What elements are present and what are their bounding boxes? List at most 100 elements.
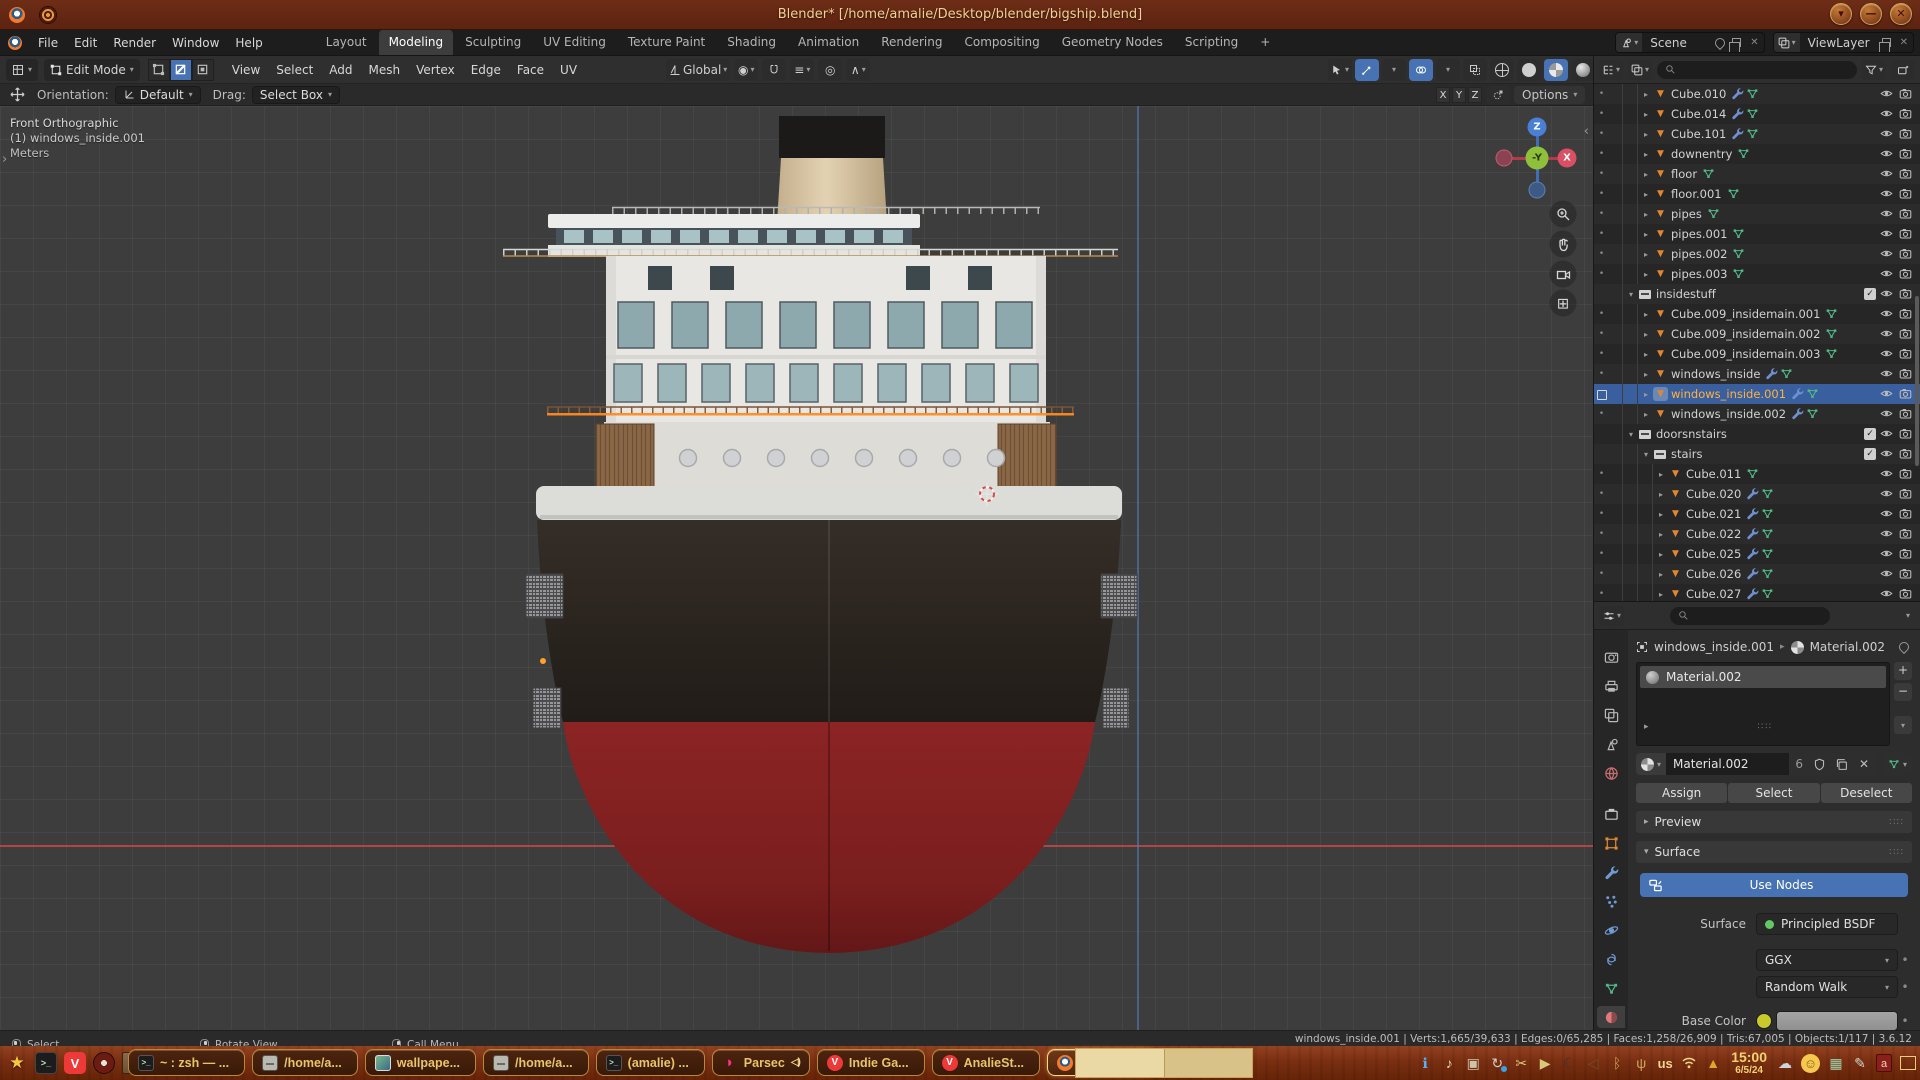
base-color-socket-dot[interactable] (1756, 1013, 1772, 1029)
gizmo-minus-x-axis[interactable] (1495, 149, 1513, 167)
updates-icon[interactable]: ↻ (1489, 1055, 1508, 1072)
outliner-row-Cube.101[interactable]: • ▸ ▼ Cube.101 ✓ (1594, 124, 1920, 144)
outliner-row-Cube.009_insidemain.001[interactable]: • ▸ ▼ Cube.009_insidemain.001 ✓ (1594, 304, 1920, 324)
render-camera-icon[interactable] (1899, 547, 1914, 561)
pan-hand-button[interactable] (1549, 230, 1577, 258)
expand-arrow-icon[interactable]: ▸ (1639, 90, 1653, 99)
hide-eye-icon[interactable] (1880, 547, 1895, 561)
outliner-row-Cube.021[interactable]: • ▸ ▼ Cube.021 ✓ (1594, 504, 1920, 524)
gizmos-toggle[interactable] (1355, 58, 1380, 81)
weather-icon[interactable]: ☁ (1777, 1055, 1793, 1072)
viewport-menu-add[interactable]: Add (321, 57, 360, 83)
render-camera-icon[interactable] (1899, 427, 1914, 441)
render-camera-icon[interactable] (1899, 387, 1914, 401)
outliner-item-label[interactable]: stairs (1668, 447, 1707, 461)
tab-rendering[interactable]: Rendering (871, 30, 952, 55)
menu-help[interactable]: Help (227, 30, 270, 56)
outliner-item-label[interactable]: Cube.027 (1683, 587, 1746, 601)
hide-eye-icon[interactable] (1880, 367, 1895, 381)
outliner-row-floor.001[interactable]: • ▸ ▼ floor.001 ✓ (1594, 184, 1920, 204)
hide-eye-icon[interactable] (1880, 167, 1895, 181)
volume-icon[interactable]: ◁ (1585, 1055, 1601, 1072)
properties-search-input[interactable] (1670, 606, 1831, 625)
expand-arrow-icon[interactable]: ▸ (1639, 250, 1653, 259)
expand-arrow-icon[interactable]: ▸ (1639, 230, 1653, 239)
expand-arrow-icon[interactable]: ▸ (1654, 550, 1668, 559)
render-camera-icon[interactable] (1899, 487, 1914, 501)
expand-arrow-icon[interactable]: ▾ (1624, 430, 1638, 439)
render-camera-icon[interactable] (1899, 587, 1914, 601)
dictionary-icon[interactable]: a (1876, 1054, 1892, 1072)
expand-arrow-icon[interactable]: ▸ (1654, 510, 1668, 519)
proportional-falloff-dropdown[interactable]: ∧ ▾ (846, 58, 871, 81)
hide-eye-icon[interactable] (1880, 527, 1895, 541)
render-camera-icon[interactable] (1899, 407, 1914, 421)
hide-eye-icon[interactable] (1880, 507, 1895, 521)
render-camera-icon[interactable] (1899, 507, 1914, 521)
face-select-button[interactable] (191, 58, 214, 81)
viewport-menu-edge[interactable]: Edge (463, 57, 509, 83)
properties-tab-output[interactable] (1597, 675, 1625, 697)
mode-dropdown[interactable]: Edit Mode ▾ (44, 58, 140, 81)
menu-window[interactable]: Window (164, 30, 227, 56)
hide-eye-icon[interactable] (1880, 207, 1895, 221)
outliner-row-Cube.026[interactable]: • ▸ ▼ Cube.026 ✓ (1594, 564, 1920, 584)
surface-shader-field[interactable]: Principled BSDF (1756, 913, 1898, 935)
render-camera-icon[interactable] (1899, 207, 1914, 221)
browse-material-button[interactable]: ▾ (1636, 753, 1667, 775)
outliner-row-insidestuff[interactable]: • ▾ ▼ insidestuff ✓ (1594, 284, 1920, 304)
shading-solid-button[interactable] (1517, 58, 1542, 81)
smiley-icon[interactable]: ☺ (1801, 1053, 1820, 1073)
expand-arrow-icon[interactable]: ▸ (1639, 330, 1653, 339)
breadcrumb-object[interactable]: windows_inside.001 (1654, 640, 1774, 654)
expand-arrow-icon[interactable]: ▾ (1639, 450, 1653, 459)
expand-arrow-icon[interactable]: ▸ (1639, 150, 1653, 159)
new-material-copy-button[interactable] (1830, 753, 1853, 775)
render-camera-icon[interactable] (1899, 347, 1914, 361)
outliner-row-Cube.011[interactable]: • ▸ ▼ Cube.011 ✓ (1594, 464, 1920, 484)
properties-tab-data[interactable] (1597, 977, 1625, 999)
pin-id-icon[interactable] (1896, 639, 1912, 655)
render-camera-icon[interactable] (1899, 267, 1914, 281)
deselect-button[interactable]: Deselect (1820, 783, 1912, 803)
xray-toggle[interactable] (1463, 58, 1488, 81)
distribution-dropdown[interactable]: GGX ▾ (1756, 949, 1898, 971)
outliner-row-Cube.010[interactable]: • ▸ ▼ Cube.010 ✓ (1594, 84, 1920, 104)
collection-checkbox[interactable]: ✓ (1864, 448, 1876, 460)
hide-eye-icon[interactable] (1880, 287, 1895, 301)
transform-orientation-dropdown[interactable]: Global ▾ (666, 58, 731, 81)
properties-tab-particles[interactable] (1597, 890, 1625, 912)
sidebar-expand-arrow[interactable]: ‹ (1584, 124, 1589, 139)
editor-type-button[interactable]: ▾ (6, 58, 39, 81)
render-camera-icon[interactable] (1899, 307, 1914, 321)
expand-arrow-icon[interactable]: ▸ (1654, 590, 1668, 599)
preview-panel-header[interactable]: ▸ Preview ∷∷ (1636, 811, 1912, 833)
outliner-row-Cube.022[interactable]: • ▸ ▼ Cube.022 ✓ (1594, 524, 1920, 544)
keyboard-layout-icon[interactable]: us (1657, 1056, 1673, 1071)
outliner-row-pipes.002[interactable]: • ▸ ▼ pipes.002 ✓ (1594, 244, 1920, 264)
orientation-dropdown[interactable]: Default ▾ (114, 85, 201, 104)
tab-sculpting[interactable]: Sculpting (455, 30, 531, 55)
taskbar-window--amalie-[interactable]: >_ (amalie) ... (595, 1049, 705, 1076)
desktop-1[interactable] (1076, 1049, 1164, 1077)
orthographic-toggle-button[interactable]: ⊞ (1549, 289, 1577, 317)
taskbar-window-wallpape-[interactable]: wallpape... (364, 1049, 476, 1076)
outliner-item-label[interactable]: Cube.009_insidemain.001 (1668, 307, 1825, 321)
overlays-dropdown[interactable]: ▾ (1436, 58, 1461, 81)
tab-compositing[interactable]: Compositing (954, 30, 1049, 55)
mirror-x-button[interactable]: X (1436, 86, 1450, 103)
hide-eye-icon[interactable] (1880, 567, 1895, 581)
bluetooth-icon[interactable]: ᛒ (1609, 1055, 1625, 1071)
fake-user-shield-button[interactable] (1808, 753, 1831, 775)
drag-dropdown[interactable]: Select Box ▾ (251, 85, 341, 104)
music-icon[interactable]: ♪ (1441, 1055, 1457, 1071)
outliner-row-Cube.027[interactable]: • ▸ ▼ Cube.027 ✓ (1594, 584, 1920, 601)
maximize-button[interactable]: — (1860, 3, 1882, 25)
view-layer-selector[interactable]: ▾ ViewLayer ✕ (1772, 32, 1914, 53)
slot-specials-dropdown[interactable]: ▾ (1894, 716, 1912, 734)
outliner-row-pipes.003[interactable]: • ▸ ▼ pipes.003 ✓ (1594, 264, 1920, 284)
camera-view-button[interactable] (1549, 260, 1577, 288)
viewport-menu-face[interactable]: Face (509, 57, 552, 83)
outliner-item-label[interactable]: Cube.026 (1683, 567, 1746, 581)
outliner-row-windows_inside.002[interactable]: • ▸ ▼ windows_inside.002 ✓ (1594, 404, 1920, 424)
